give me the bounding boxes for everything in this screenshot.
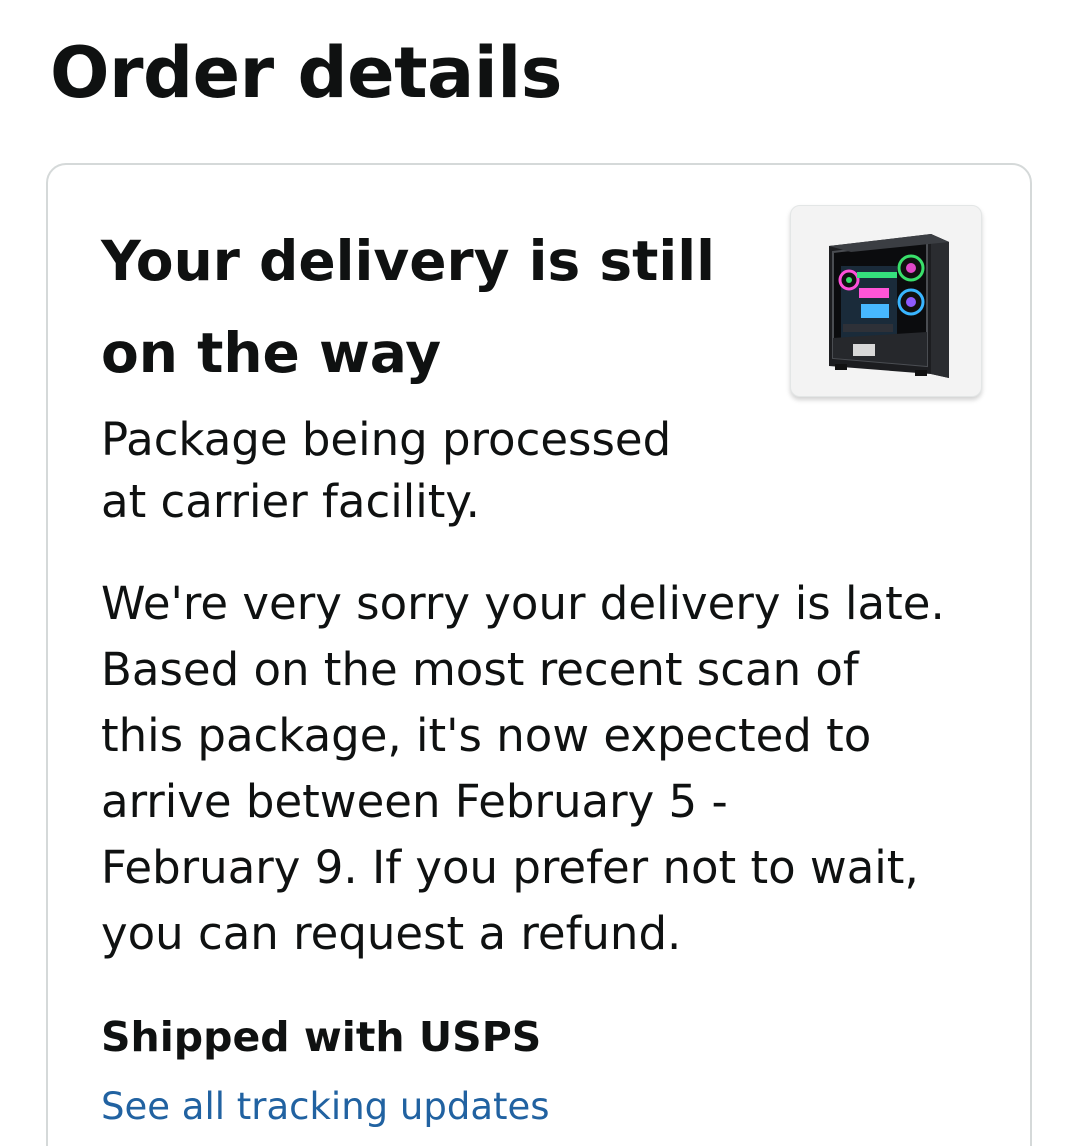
status-title-line-1: Your delivery is still [101, 229, 715, 293]
page-title: Order details [50, 32, 562, 114]
delivery-status-title: Your delivery is still on the way [101, 215, 741, 399]
product-thumbnail[interactable] [790, 205, 982, 397]
carrier-label: Shipped with USPS [101, 1013, 542, 1061]
gaming-pc-case-image [829, 234, 949, 378]
message-line: February 9. If you prefer not to wait, [101, 841, 919, 894]
delivery-status-card[interactable]: Your delivery is still on the way Packag… [46, 163, 1032, 1146]
status-title-line-2: on the way [101, 321, 442, 385]
message-line: you can request a refund. [101, 907, 682, 960]
message-line: We're very sorry your delivery is late. [101, 577, 945, 630]
message-line: arrive between February 5 - [101, 775, 728, 828]
message-line: Based on the most recent scan of [101, 643, 859, 696]
delivery-status-subtitle: Package being processed at carrier facil… [101, 409, 721, 533]
status-subtitle-line-1: Package being processed [101, 413, 672, 466]
message-line: this package, it's now expected to [101, 709, 872, 762]
status-subtitle-line-2: at carrier facility. [101, 475, 480, 528]
see-tracking-updates-link[interactable]: See all tracking updates [101, 1079, 550, 1135]
delay-apology-message: We're very sorry your delivery is late. … [101, 571, 1011, 967]
